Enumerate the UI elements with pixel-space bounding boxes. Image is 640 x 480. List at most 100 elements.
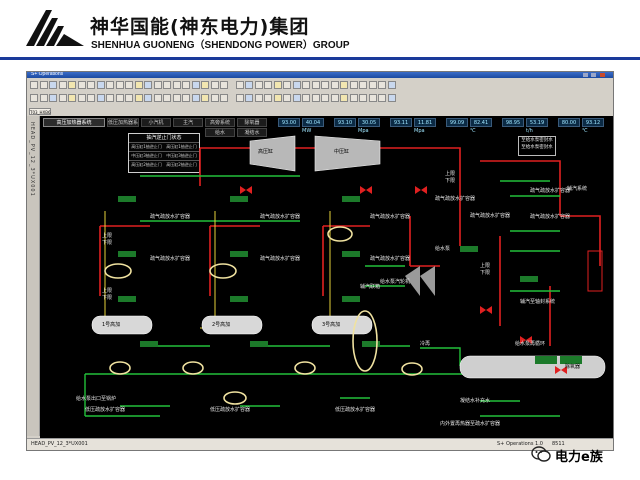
drain-label: 疏气疏放水扩容器 — [260, 214, 301, 220]
toolbar-button[interactable] — [245, 94, 253, 102]
toolbar-button[interactable] — [58, 81, 67, 89]
toolbar-button[interactable] — [77, 94, 86, 102]
toolbar-button[interactable] — [163, 94, 171, 102]
toolbar-button[interactable] — [340, 81, 348, 89]
toolbar-button[interactable] — [39, 94, 48, 102]
window-title: S+ Operations — [31, 71, 64, 77]
toolbar-button[interactable] — [68, 81, 76, 89]
toolbar-button[interactable] — [220, 94, 228, 102]
toolbar-button[interactable] — [153, 81, 162, 89]
toolbar-button[interactable] — [201, 94, 209, 102]
toolbar-button[interactable] — [264, 94, 272, 102]
toolbar-button[interactable] — [245, 81, 253, 89]
toolbar-button[interactable] — [387, 94, 396, 102]
toolbar-button[interactable] — [292, 94, 301, 102]
toolbar-button[interactable] — [182, 94, 190, 102]
toolbar-button[interactable] — [191, 81, 200, 89]
toolbar-button[interactable] — [68, 94, 76, 102]
maximize-button[interactable] — [591, 73, 596, 77]
toolbar-button[interactable] — [58, 94, 67, 102]
side-panel[interactable]: HEAD_PV_12_3*UX001 — [27, 116, 40, 436]
toolbar-button[interactable] — [283, 81, 291, 89]
toolbar-button[interactable] — [254, 94, 263, 102]
toolbar-button[interactable] — [172, 94, 181, 102]
toolbar-button[interactable] — [134, 81, 143, 89]
toolbar-button[interactable] — [49, 94, 57, 102]
upper-limit-label: 上限 — [102, 233, 113, 239]
toolbar-button[interactable] — [30, 94, 38, 102]
toolbar-button[interactable] — [378, 94, 386, 102]
toolbar-button[interactable] — [30, 81, 38, 89]
lp-drain-label: 低压疏放水扩容器 — [335, 407, 376, 413]
upper-limit-label: 上限 — [480, 263, 491, 269]
toolbar-button[interactable] — [106, 81, 114, 89]
toolbar-button[interactable] — [144, 94, 152, 102]
aux-steam-label: 辅汽联箱 — [360, 284, 381, 290]
toolbar-button[interactable] — [292, 81, 301, 89]
toolbar-button[interactable] — [273, 81, 282, 89]
toolbar-button[interactable] — [153, 94, 162, 102]
toolbar-button[interactable] — [182, 81, 190, 89]
toolbar-button[interactable] — [77, 81, 86, 89]
toolbar-button[interactable] — [125, 94, 133, 102]
lower-limit-label: 下限 — [102, 295, 113, 301]
toolbar-button[interactable] — [368, 94, 377, 102]
toolbar-button[interactable] — [311, 81, 320, 89]
toolbar-button[interactable] — [235, 94, 244, 102]
toolbar-button[interactable] — [210, 94, 219, 102]
toolbar-button[interactable] — [163, 81, 171, 89]
toolbar-button[interactable] — [321, 94, 329, 102]
toolbar-button[interactable] — [144, 81, 152, 89]
toolbar-button[interactable] — [378, 81, 386, 89]
close-button[interactable] — [600, 73, 605, 77]
toolbar-button[interactable] — [254, 81, 263, 89]
toolbar-button[interactable] — [283, 94, 291, 102]
piping-diagram — [84, 135, 606, 417]
toolbar-button[interactable] — [125, 81, 133, 89]
toolbar-button[interactable] — [359, 81, 367, 89]
header-divider — [0, 57, 640, 60]
toolbar-button[interactable] — [87, 94, 95, 102]
toolbar-button[interactable] — [264, 81, 272, 89]
deaerator-label: 除氧器 — [565, 364, 581, 370]
toolbar-button[interactable] — [235, 81, 244, 89]
toolbar-button[interactable] — [191, 94, 200, 102]
toolbar-button[interactable] — [115, 94, 124, 102]
toolbar-button[interactable] — [359, 94, 367, 102]
fill-label: 凝结水补充水 — [460, 398, 491, 404]
toolbar-button[interactable] — [330, 94, 339, 102]
cold-reheat-label: 冷再 — [420, 341, 431, 347]
toolbar-button[interactable] — [115, 81, 124, 89]
toolbar-button[interactable] — [302, 94, 310, 102]
toolbar-button[interactable] — [201, 81, 209, 89]
toolbar-button[interactable] — [387, 81, 396, 89]
toolbar-button[interactable] — [340, 94, 348, 102]
toolbar-button[interactable] — [220, 81, 228, 89]
upper-limit-label: 上限 — [445, 171, 456, 177]
recirc-label: 给水泵再循环 — [515, 341, 546, 347]
toolbar-button[interactable] — [349, 94, 358, 102]
toolbar-button[interactable] — [172, 81, 181, 89]
toolbar-button[interactable] — [87, 81, 95, 89]
toolbar-button[interactable] — [311, 94, 320, 102]
toolbar-button[interactable] — [106, 94, 114, 102]
toolbar-button[interactable] — [321, 81, 329, 89]
toolbar-button[interactable] — [302, 81, 310, 89]
toolbar-button[interactable] — [273, 94, 282, 102]
toolbar-button[interactable] — [49, 81, 57, 89]
gland-steam-label: 辅汽至轴封系统 — [520, 299, 556, 305]
toolbar-button[interactable] — [134, 94, 143, 102]
minimize-button[interactable] — [583, 73, 588, 77]
toolbar-button[interactable] — [210, 81, 219, 89]
drain-label: 疏气疏放水扩容器 — [530, 214, 571, 220]
makeup-label: 内外置再热器至疏水扩容器 — [440, 421, 501, 427]
toolbar-button[interactable] — [349, 81, 358, 89]
document-tab[interactable]: T03_HXB6 — [29, 108, 51, 115]
toolbar-button[interactable] — [39, 81, 48, 89]
toolbar-button[interactable] — [96, 81, 105, 89]
status-bar: HEAD_PV_12_3*UX001 S+ Operations 1.0 851… — [27, 438, 613, 450]
toolbar-button[interactable] — [368, 81, 377, 89]
toolbar-button[interactable] — [96, 94, 105, 102]
toolbar-button[interactable] — [330, 81, 339, 89]
lower-limit-label: 下限 — [445, 178, 456, 184]
